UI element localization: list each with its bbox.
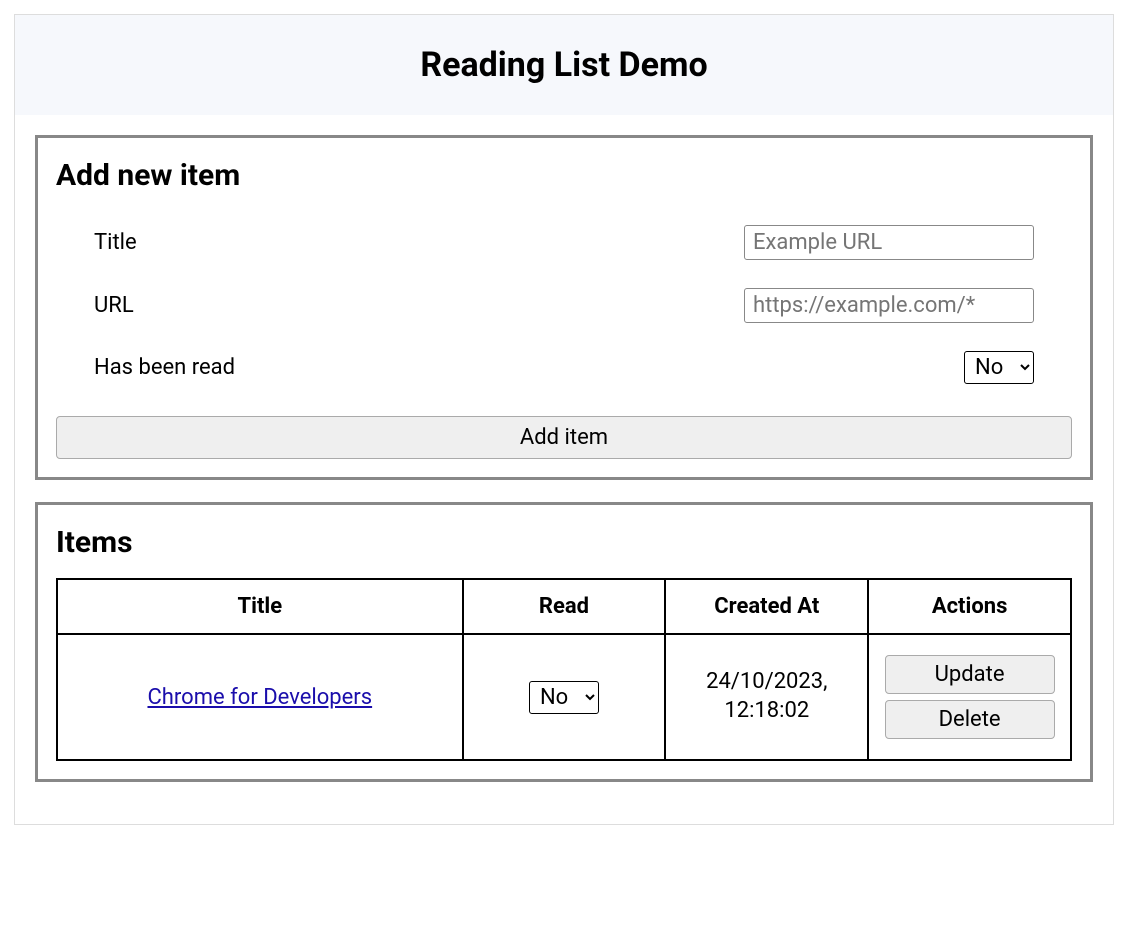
- form-row-title: Title: [56, 211, 1072, 274]
- read-label: Has been read: [94, 355, 235, 380]
- read-select[interactable]: NoYes: [964, 351, 1034, 384]
- table-header-row: Title Read Created At Actions: [57, 579, 1071, 634]
- items-heading: Items: [56, 525, 1072, 560]
- url-input[interactable]: [744, 288, 1034, 323]
- item-link[interactable]: Chrome for Developers: [147, 685, 372, 710]
- content-area: Add new item Title URL Has been read NoY…: [15, 115, 1113, 824]
- items-panel: Items Title Read Created At Actions Chro…: [35, 502, 1093, 782]
- form-row-url: URL: [56, 274, 1072, 337]
- created-at-text: 24/10/2023, 12:18:02: [676, 668, 857, 725]
- cell-read: NoYes: [463, 634, 666, 760]
- delete-button[interactable]: Delete: [885, 700, 1055, 739]
- url-label: URL: [94, 293, 134, 318]
- row-read-select[interactable]: NoYes: [529, 681, 599, 714]
- add-item-panel: Add new item Title URL Has been read NoY…: [35, 135, 1093, 480]
- table-row: Chrome for Developers NoYes 24/10/2023, 12…: [57, 634, 1071, 760]
- update-button[interactable]: Update: [885, 655, 1055, 694]
- header-bar: Reading List Demo: [15, 15, 1113, 115]
- col-read: Read: [463, 579, 666, 634]
- items-table: Title Read Created At Actions Chrome for…: [56, 578, 1072, 761]
- page-title: Reading List Demo: [35, 45, 1093, 85]
- app-container: Reading List Demo Add new item Title URL…: [14, 14, 1114, 825]
- cell-actions: Update Delete: [868, 634, 1071, 760]
- col-title: Title: [57, 579, 463, 634]
- title-label: Title: [94, 230, 137, 255]
- add-item-heading: Add new item: [56, 158, 1072, 193]
- add-item-button[interactable]: Add item: [56, 416, 1072, 459]
- col-actions: Actions: [868, 579, 1071, 634]
- cell-created: 24/10/2023, 12:18:02: [665, 634, 868, 760]
- form-row-read: Has been read NoYes: [56, 337, 1072, 398]
- cell-title: Chrome for Developers: [57, 634, 463, 760]
- title-input[interactable]: [744, 225, 1034, 260]
- col-created: Created At: [665, 579, 868, 634]
